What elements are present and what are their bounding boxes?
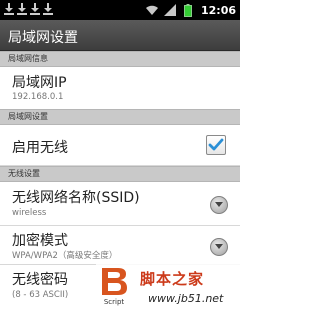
notification-icons — [4, 3, 53, 15]
section-header-info: 局域网信息 — [0, 51, 240, 67]
section-header-lan: 局域网设置 — [0, 109, 240, 125]
pref-title: 启用无线 — [12, 140, 68, 156]
download-icon — [43, 3, 53, 15]
status-time: 12:06 — [200, 3, 236, 17]
wifi-icon — [145, 3, 159, 17]
page-title: 局域网设置 — [8, 30, 78, 46]
pref-summary: 192.168.0.1 — [12, 92, 64, 102]
pref-title: 无线网络名称(SSID) — [12, 190, 140, 206]
watermark-name: 脚本之家 — [140, 270, 205, 288]
pref-summary: (8 - 63 ASCII) — [12, 290, 69, 300]
pref-title: 局域网IP — [12, 75, 67, 91]
pref-ssid[interactable]: 无线网络名称(SSID) wireless — [0, 182, 240, 226]
section-label: 局域网信息 — [8, 54, 48, 63]
pref-summary: wireless — [12, 208, 47, 218]
battery-icon — [181, 3, 195, 17]
status-bar: 12:06 — [0, 0, 240, 20]
jb-logo-icon — [100, 266, 128, 296]
download-icon — [17, 3, 27, 15]
pref-summary: WPA/WPA2（高级安全度） — [12, 251, 118, 261]
watermark: Script 脚本之家 www.jb51.net — [96, 262, 240, 313]
check-icon — [208, 138, 224, 151]
title-bar: 局域网设置 — [0, 20, 240, 51]
download-icon — [4, 3, 14, 15]
section-header-wireless: 无线设置 — [0, 166, 240, 182]
pref-encryption[interactable]: 加密模式 WPA/WPA2（高级安全度） — [0, 226, 240, 265]
section-label: 无线设置 — [8, 169, 40, 178]
section-label: 局域网设置 — [8, 112, 48, 121]
signal-icon — [163, 3, 177, 17]
watermark-url: www.jb51.net — [148, 292, 224, 305]
pref-title: 无线密码 — [12, 272, 68, 288]
enable-wireless-checkbox[interactable] — [206, 135, 226, 155]
pref-enable-wireless[interactable]: 启用无线 — [0, 125, 240, 166]
download-icon — [30, 3, 40, 15]
pref-title: 加密模式 — [12, 233, 68, 249]
watermark-script: Script — [103, 298, 125, 306]
chevron-down-icon[interactable] — [210, 196, 228, 214]
chevron-down-icon[interactable] — [210, 238, 228, 256]
pref-lan-ip[interactable]: 局域网IP 192.168.0.1 — [0, 67, 240, 110]
